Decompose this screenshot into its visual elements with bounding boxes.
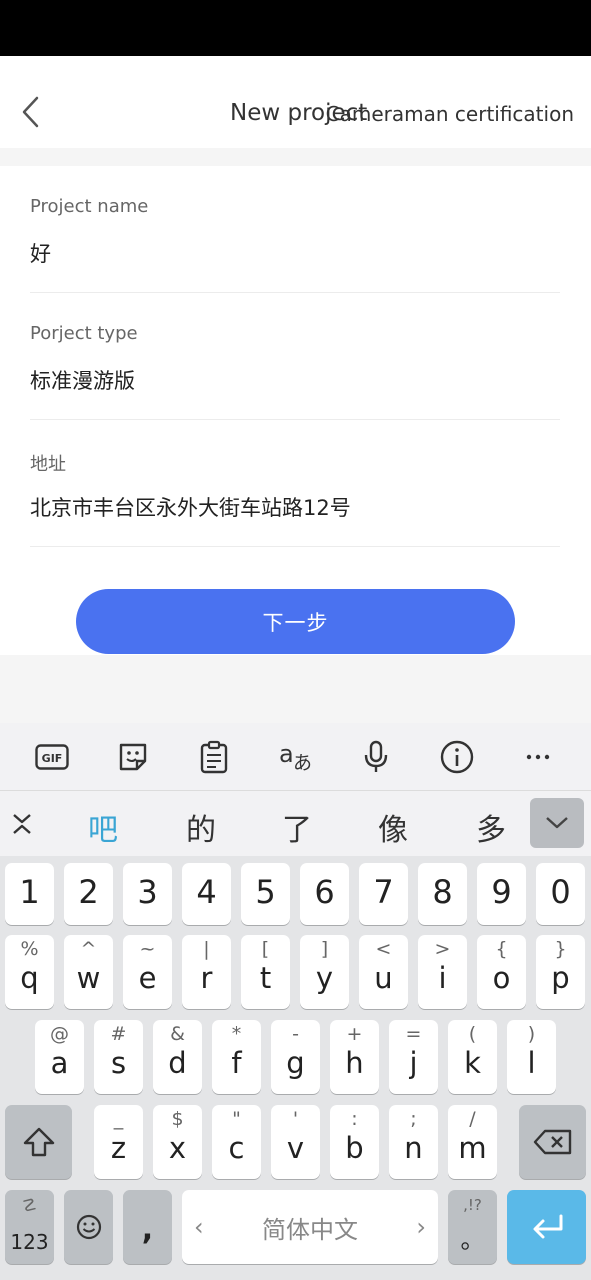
- key-c[interactable]: " c: [212, 1105, 261, 1179]
- comma-key[interactable]: ,: [123, 1190, 172, 1264]
- candidate-word[interactable]: 多: [476, 805, 506, 849]
- gif-icon[interactable]: GIF: [32, 737, 72, 777]
- key-e[interactable]: ~ e: [123, 935, 172, 1009]
- background-area: [0, 655, 591, 723]
- key-3[interactable]: 3: [123, 863, 172, 925]
- emoji-key[interactable]: [64, 1190, 113, 1264]
- key-s[interactable]: # s: [94, 1020, 143, 1094]
- key-0[interactable]: 0: [536, 863, 585, 925]
- key-t[interactable]: [t: [241, 935, 290, 1009]
- address-field[interactable]: 地址 北京市丰台区永外大街车站路12号: [30, 420, 560, 547]
- key-l[interactable]: ) l: [507, 1020, 556, 1094]
- svg-text:あ: あ: [293, 752, 312, 773]
- collapse-keyboard-icon[interactable]: [8, 807, 36, 841]
- key-o[interactable]: {o: [477, 935, 526, 1009]
- key-g[interactable]: -g: [271, 1020, 320, 1094]
- project-form: Project name 好 Porject type 标准漫游版 地址 北京市…: [0, 166, 591, 655]
- chevron-down-icon: [546, 817, 568, 829]
- key-6[interactable]: 6: [300, 863, 349, 925]
- key-q[interactable]: % q: [5, 935, 54, 1009]
- key-y[interactable]: ] y: [300, 935, 349, 1009]
- field-label: Porject type: [30, 323, 138, 344]
- candidate-word[interactable]: 像: [378, 805, 408, 849]
- key-8[interactable]: 8: [418, 863, 467, 925]
- key-z[interactable]: _ z: [94, 1105, 143, 1179]
- backspace-key[interactable]: [519, 1105, 586, 1179]
- section-divider: [0, 148, 591, 166]
- sticker-icon[interactable]: [113, 737, 153, 777]
- field-label: Project name: [30, 196, 149, 217]
- key-7[interactable]: 7: [359, 863, 408, 925]
- soft-keyboard: GIF aあ 吧 的 了 像 多 1 2 3 4 5 6 7 8 9 0 % q…: [0, 723, 591, 1280]
- key-j[interactable]: = j: [389, 1020, 438, 1094]
- key-x[interactable]: $ x: [153, 1105, 202, 1179]
- shift-key[interactable]: [5, 1105, 72, 1179]
- chevron-right-icon: ›: [416, 1213, 426, 1241]
- address-value[interactable]: 北京市丰台区永外大街车站路12号: [30, 492, 351, 522]
- shift-icon: [23, 1127, 54, 1157]
- svg-text:GIF: GIF: [42, 752, 63, 765]
- key-n[interactable]: ; n: [389, 1105, 438, 1179]
- more-icon[interactable]: [518, 737, 558, 777]
- key-m[interactable]: / m: [448, 1105, 497, 1179]
- key-i[interactable]: > i: [418, 935, 467, 1009]
- space-label: 简体中文: [262, 1215, 358, 1244]
- clipboard-icon[interactable]: [194, 737, 234, 777]
- keyboard-toolbar: GIF aあ: [0, 723, 591, 790]
- emoji-icon: [76, 1214, 101, 1240]
- backspace-icon: [533, 1129, 571, 1155]
- key-h[interactable]: + h: [330, 1020, 379, 1094]
- period-key[interactable]: ,!? 。: [448, 1190, 497, 1264]
- project-name-field[interactable]: Project name 好: [30, 166, 560, 293]
- status-bar: [0, 0, 591, 56]
- key-w[interactable]: ^ w: [64, 935, 113, 1009]
- key-u[interactable]: < u: [359, 935, 408, 1009]
- back-arrow-icon[interactable]: [18, 94, 44, 130]
- key-p[interactable]: } p: [536, 935, 585, 1009]
- app-header: New project Cameraman certification: [0, 56, 591, 148]
- microphone-icon[interactable]: [356, 737, 396, 777]
- key-2[interactable]: 2: [64, 863, 113, 925]
- project-type-field[interactable]: Porject type 标准漫游版: [30, 293, 560, 420]
- key-r[interactable]: | r: [182, 935, 231, 1009]
- key-d[interactable]: & d: [153, 1020, 202, 1094]
- field-label: 地址: [30, 454, 66, 475]
- symbols-key[interactable]: ☡ 123: [5, 1190, 54, 1264]
- candidate-word[interactable]: 了: [282, 805, 312, 849]
- key-9[interactable]: 9: [477, 863, 526, 925]
- enter-icon: [533, 1214, 562, 1239]
- project-type-value[interactable]: 标准漫游版: [30, 365, 135, 395]
- key-f[interactable]: * f: [212, 1020, 261, 1094]
- chevron-left-icon: ‹: [194, 1213, 204, 1241]
- key-a[interactable]: @ a: [35, 1020, 84, 1094]
- candidate-bar: 吧 的 了 像 多: [0, 790, 591, 856]
- expand-candidates-button[interactable]: [530, 798, 584, 848]
- candidate-word[interactable]: 吧: [88, 805, 118, 849]
- next-step-button[interactable]: 下一步: [76, 589, 515, 654]
- key-1[interactable]: 1: [5, 863, 54, 925]
- key-v[interactable]: ' v: [271, 1105, 320, 1179]
- candidate-word[interactable]: 的: [186, 805, 216, 849]
- info-icon[interactable]: [437, 737, 477, 777]
- cameraman-certification-link[interactable]: Cameraman certification: [326, 102, 574, 126]
- key-b[interactable]: :b: [330, 1105, 379, 1179]
- project-name-value[interactable]: 好: [30, 238, 51, 268]
- enter-key[interactable]: [507, 1190, 586, 1264]
- key-k[interactable]: (k: [448, 1020, 497, 1094]
- translate-icon[interactable]: aあ: [275, 737, 315, 777]
- key-5[interactable]: 5: [241, 863, 290, 925]
- svg-text:a: a: [279, 741, 294, 768]
- space-key[interactable]: ‹ 简体中文 ›: [182, 1190, 438, 1264]
- key-4[interactable]: 4: [182, 863, 231, 925]
